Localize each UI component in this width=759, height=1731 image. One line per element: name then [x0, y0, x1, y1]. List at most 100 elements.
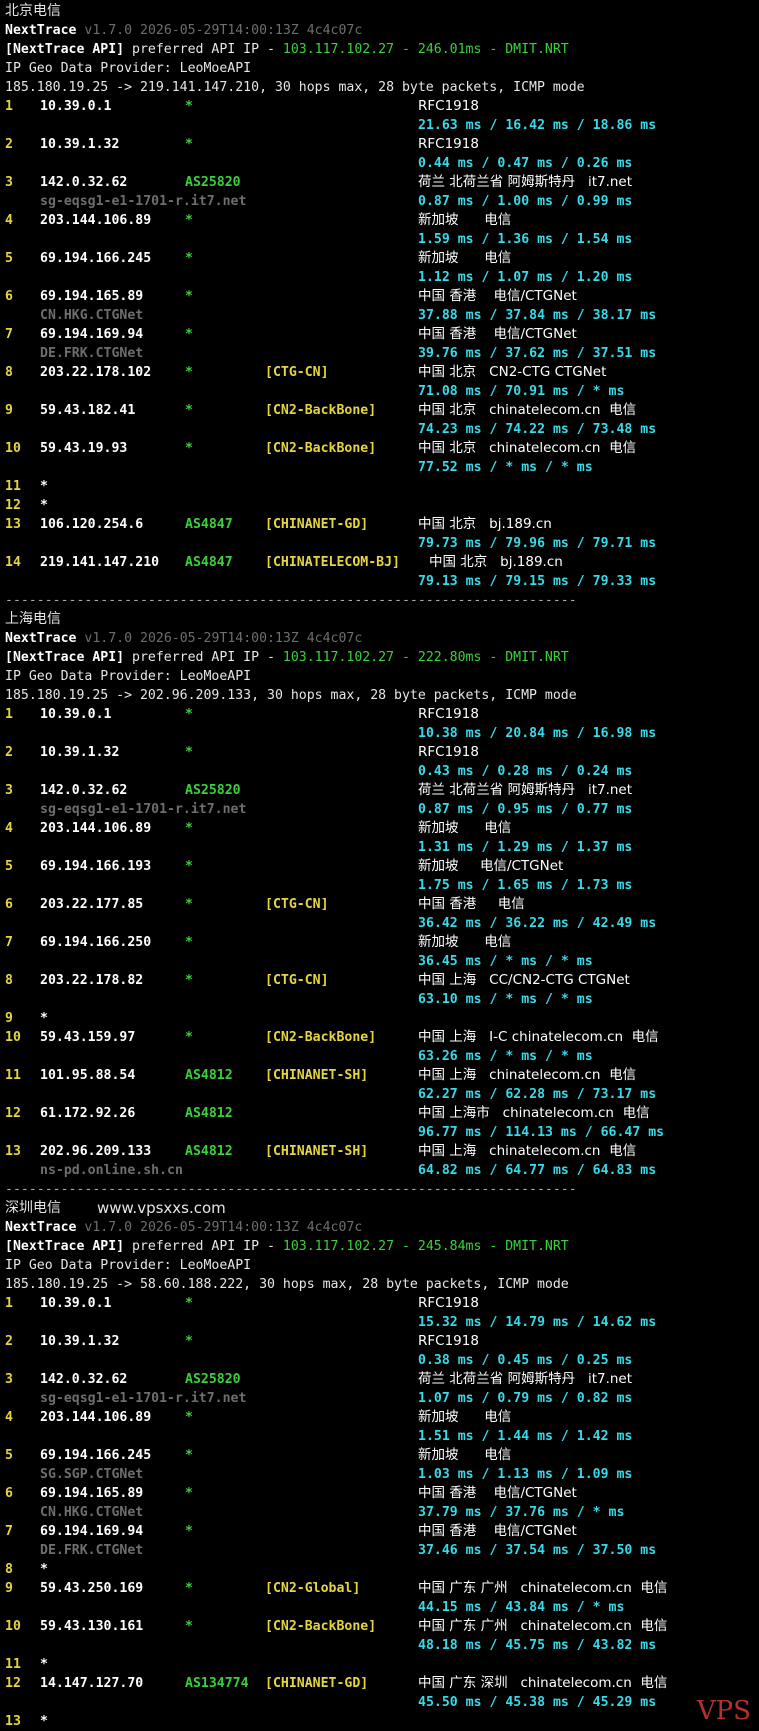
- api-line: [NextTrace API] preferred API IP - 103.1…: [5, 1237, 757, 1256]
- hop-row: 2 10.39.1.32 * RFC1918: [5, 1332, 757, 1351]
- hop-row: 13 *: [5, 1712, 757, 1731]
- hop-geo: RFC1918: [418, 98, 479, 114]
- hop-asn: *: [185, 935, 193, 950]
- section-separator: ----------------------------------------…: [5, 1182, 577, 1197]
- target-line: 185.180.19.25 -> 58.60.188.222, 30 hops …: [5, 1275, 757, 1294]
- provider-line: IP Geo Data Provider: LeoMoeAPI: [5, 59, 757, 78]
- hop-geo: RFC1918: [418, 1333, 479, 1349]
- hop-detail-row: DE.FRK.CTGNet 39.76 ms / 37.62 ms / 37.51…: [5, 344, 757, 363]
- section-label-line: 北京电信: [5, 2, 757, 21]
- hop-number: 4: [5, 821, 13, 836]
- hop-ip: 10.39.0.1: [40, 1296, 112, 1311]
- hop-rtt: 0.87 ms / 1.00 ms / 0.99 ms: [418, 194, 633, 209]
- hop-row: 1 10.39.0.1 * RFC1918: [5, 1294, 757, 1313]
- hop-tag: [CN2-Global]: [265, 1581, 361, 1596]
- hop-row: 7 69.194.169.94 * 中国 香港 电信/CTGNet: [5, 1522, 757, 1541]
- hop-geo: 中国 香港 电信/CTGNet: [418, 326, 577, 342]
- hop-rtt: 1.07 ms / 0.79 ms / 0.82 ms: [418, 1391, 633, 1406]
- hop-number: 11: [5, 479, 21, 494]
- hop-geo: 中国 香港 电信/CTGNet: [418, 1485, 577, 1501]
- watermark-url: www.vpsxxs.com: [97, 1199, 226, 1217]
- hop-number: 2: [5, 137, 13, 152]
- hop-row: 3 142.0.32.62 AS25820 荷兰 北荷兰省 阿姆斯特丹 it7.net: [5, 173, 757, 192]
- hop-rtt: 79.73 ms / 79.96 ms / 79.71 ms: [418, 536, 657, 551]
- hop-asn: AS4812: [185, 1068, 233, 1083]
- hop-rtt: 64.82 ms / 64.77 ms / 64.83 ms: [418, 1163, 657, 1178]
- hop-row: 12 14.147.127.70 AS134774 [CHINANET-GD] 中国 广…: [5, 1674, 757, 1693]
- hop-asn: AS25820: [185, 1372, 241, 1387]
- hop-asn: *: [185, 327, 193, 342]
- hop-rtt: 37.79 ms / 37.76 ms / * ms: [418, 1505, 625, 1520]
- target-text: 185.180.19.25 -> 219.141.147.210, 30 hop…: [5, 80, 585, 95]
- hop-asn: AS25820: [185, 783, 241, 798]
- api-pop: DMIT.NRT: [505, 42, 569, 57]
- hop-rtt: 37.88 ms / 37.84 ms / 38.17 ms: [418, 308, 657, 323]
- hop-detail-row: 0.43 ms / 0.28 ms / 0.24 ms: [5, 762, 757, 781]
- target-text: 185.180.19.25 -> 202.96.209.133, 30 hops…: [5, 688, 577, 703]
- version-text: v1.7.0 2026-05-29T14:00:13Z 4c4c07c: [84, 631, 363, 646]
- api-pop: DMIT.NRT: [505, 1239, 569, 1254]
- hop-number: 10: [5, 1619, 21, 1634]
- hop-detail-row: DE.FRK.CTGNet 37.46 ms / 37.54 ms / 37.50…: [5, 1541, 757, 1560]
- hop-ip: 69.194.166.193: [40, 859, 152, 874]
- hop-asn: *: [185, 365, 193, 380]
- hop-row: 7 69.194.169.94 * 中国 香港 电信/CTGNet: [5, 325, 757, 344]
- hop-row: 10 59.43.19.93 * [CN2-BackBone] 中国 北京 chinat…: [5, 439, 757, 458]
- hop-geo: RFC1918: [418, 706, 479, 722]
- hop-ip: 59.43.250.169: [40, 1581, 144, 1596]
- hop-rdns: CN.HKG.CTGNet: [40, 1505, 144, 1520]
- provider-text: IP Geo Data Provider: LeoMoeAPI: [5, 1258, 252, 1273]
- hop-number: 6: [5, 1486, 13, 1501]
- hop-ip: 202.96.209.133: [40, 1144, 152, 1159]
- hop-detail-row: 1.75 ms / 1.65 ms / 1.73 ms: [5, 876, 757, 895]
- hop-number: 9: [5, 403, 13, 418]
- hop-ip: 203.144.106.89: [40, 213, 152, 228]
- hop-row: 1 10.39.0.1 * RFC1918: [5, 97, 757, 116]
- hop-ip: 59.43.130.161: [40, 1619, 144, 1634]
- hop-ip: 101.95.88.54: [40, 1068, 136, 1083]
- hop-rtt: 37.46 ms / 37.54 ms / 37.50 ms: [418, 1543, 657, 1558]
- hop-number: 8: [5, 365, 13, 380]
- hop-ip: 10.39.1.32: [40, 137, 120, 152]
- api-text: preferred API IP -: [124, 42, 283, 57]
- hop-rtt: 1.75 ms / 1.65 ms / 1.73 ms: [418, 878, 633, 893]
- hop-rtt: 48.18 ms / 45.75 ms / 43.82 ms: [418, 1638, 657, 1653]
- hop-asn: *: [185, 137, 193, 152]
- hop-rdns: SG.SGP.CTGNet: [40, 1467, 144, 1482]
- hop-ip: 219.141.147.210: [40, 555, 160, 570]
- hop-rtt: 10.38 ms / 20.84 ms / 16.98 ms: [418, 726, 657, 741]
- provider-line: IP Geo Data Provider: LeoMoeAPI: [5, 667, 757, 686]
- api-dash: -: [394, 650, 418, 665]
- hop-ip: 59.43.19.93: [40, 441, 128, 456]
- api-label: [NextTrace API]: [5, 1239, 125, 1254]
- hop-detail-row: SG.SGP.CTGNet 1.03 ms / 1.13 ms / 1.09 ms: [5, 1465, 757, 1484]
- hop-rdns: DE.FRK.CTGNet: [40, 346, 144, 361]
- hop-row: 14 219.141.147.210 AS4847 [CHINATELECOM-BJ]…: [5, 553, 757, 572]
- hop-rdns: sg-eqsg1-e1-1701-r.it7.net: [40, 1391, 247, 1406]
- hop-asn: *: [185, 1296, 193, 1311]
- api-latency: 246.01ms: [417, 42, 482, 57]
- hop-detail-row: 96.77 ms / 114.13 ms / 66.47 ms: [5, 1123, 757, 1142]
- hop-number: 11: [5, 1068, 21, 1083]
- section-label-line: 深圳电信 www.vpsxxs.com: [5, 1199, 757, 1218]
- hop-detail-row: 63.10 ms / * ms / * ms: [5, 990, 757, 1009]
- hop-detail-row: 36.45 ms / * ms / * ms: [5, 952, 757, 971]
- hop-number: 9: [5, 1581, 13, 1596]
- hop-asn: *: [185, 213, 193, 228]
- hop-detail-row: 21.63 ms / 16.42 ms / 18.86 ms: [5, 116, 757, 135]
- terminal-output: 北京电信 NextTrace v1.7.0 2026-05-29T14:00:13…: [5, 2, 757, 1731]
- hop-ip: 69.194.166.245: [40, 251, 152, 266]
- hop-asn: *: [185, 1448, 193, 1463]
- api-dash: -: [481, 42, 506, 57]
- hop-ip: *: [40, 1562, 48, 1577]
- hop-tag: [CHINANET-SH]: [265, 1068, 369, 1083]
- hop-rdns: sg-eqsg1-e1-1701-r.it7.net: [40, 194, 247, 209]
- api-dash: -: [481, 1239, 506, 1254]
- hop-row: 11 101.95.88.54 AS4812 [CHINANET-SH] 中国 上海 c…: [5, 1066, 757, 1085]
- hop-row: 10 59.43.159.97 * [CN2-BackBone] 中国 上海 I-C c…: [5, 1028, 757, 1047]
- hop-detail-row: 1.31 ms / 1.29 ms / 1.37 ms: [5, 838, 757, 857]
- hop-asn: AS25820: [185, 175, 241, 190]
- hop-rtt: 1.12 ms / 1.07 ms / 1.20 ms: [418, 270, 633, 285]
- hop-tag: [CHINATELECOM-BJ]: [265, 555, 400, 570]
- hop-asn: *: [185, 441, 193, 456]
